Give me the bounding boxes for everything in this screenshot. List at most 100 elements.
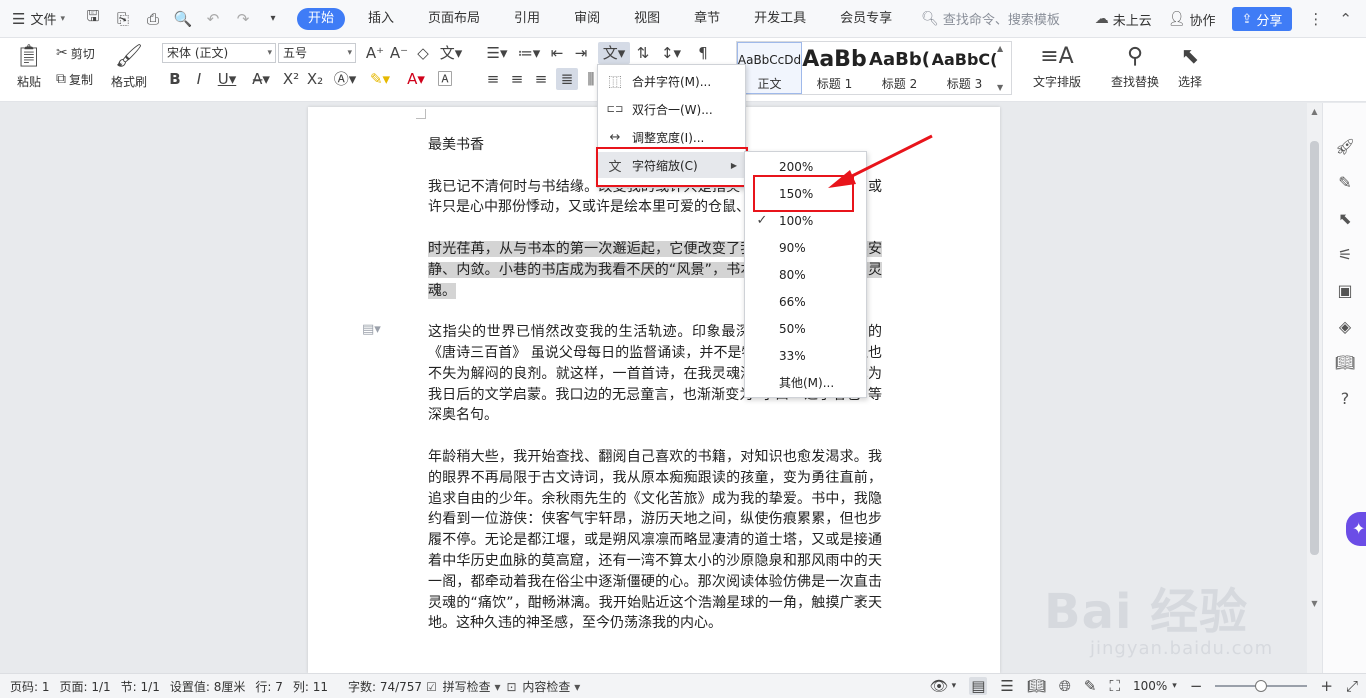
- rocket-icon[interactable]: 🚀︎: [1323, 137, 1366, 156]
- zoom-in-icon[interactable]: +: [1320, 677, 1333, 695]
- tab-member[interactable]: 会员专享: [829, 8, 903, 30]
- zoom-slider[interactable]: [1215, 680, 1308, 692]
- decrease-indent-icon[interactable]: ⇤: [546, 42, 568, 64]
- paragraph[interactable]: 年龄稍大些，我开始查找、翻阅自己喜欢的书籍，对知识也愈发渴求。我的眼界不再局限于…: [428, 447, 882, 634]
- reading-view-icon[interactable]: 📖︎: [1027, 677, 1046, 695]
- text-layout-button[interactable]: ≡A 文字排版: [1026, 40, 1088, 92]
- tab-references[interactable]: 引用: [503, 8, 551, 30]
- scroll-down-icon[interactable]: ▼: [1307, 599, 1322, 608]
- font-size-select[interactable]: 五号 ▾: [278, 43, 356, 63]
- italic-icon[interactable]: I: [188, 68, 210, 90]
- tab-page-layout[interactable]: 页面布局: [417, 8, 491, 30]
- chevron-down-icon[interactable]: ▾: [1172, 681, 1177, 691]
- cut-button[interactable]: ✂ 剪切: [56, 42, 95, 64]
- paragraph-layout-icon[interactable]: ▤▾: [362, 322, 381, 337]
- align-left-icon[interactable]: ≡: [482, 68, 504, 90]
- tab-view[interactable]: 视图: [623, 8, 671, 30]
- font-color-icon[interactable]: A▾: [400, 68, 432, 90]
- zoom-out-icon[interactable]: −: [1190, 677, 1203, 695]
- zoom-slider-knob[interactable]: [1255, 680, 1268, 692]
- font-name-select[interactable]: 宋体 (正文) ▾: [162, 43, 276, 63]
- format-painter-button[interactable]: 🖌︎ 格式刷: [108, 40, 150, 92]
- undo-icon[interactable]: ↶: [203, 9, 223, 29]
- select-button[interactable]: ⬉ 选择: [1170, 40, 1210, 92]
- file-menu[interactable]: ☰ 文件 ▾: [12, 9, 65, 29]
- align-center-icon[interactable]: ≡: [506, 68, 528, 90]
- status-page-number[interactable]: 页码: 1: [10, 678, 50, 695]
- scrollbar-thumb[interactable]: [1310, 141, 1319, 555]
- book-icon[interactable]: 📖︎: [1323, 353, 1366, 372]
- style-normal[interactable]: AaBbCcDd 正文: [737, 42, 802, 94]
- status-pages[interactable]: 页面: 1/1: [60, 678, 111, 695]
- collaborate-button[interactable]: 👤︎ 协作: [1168, 10, 1216, 29]
- clear-format-icon[interactable]: ◇: [412, 42, 434, 64]
- find-replace-button[interactable]: ⚲ 查找替换: [1104, 40, 1166, 92]
- status-col[interactable]: 列: 11: [293, 678, 328, 695]
- style-heading-1[interactable]: AaBb 标题 1: [802, 42, 867, 94]
- char-border-icon[interactable]: 🄰: [434, 68, 456, 90]
- style-heading-2[interactable]: AaBb( 标题 2: [867, 42, 932, 94]
- pen-icon[interactable]: ✎: [1323, 173, 1366, 192]
- tab-developer[interactable]: 开发工具: [743, 8, 817, 30]
- chinese-layout-icon[interactable]: 文▾: [598, 42, 630, 64]
- status-setting[interactable]: 设置值: 8厘米: [170, 678, 246, 695]
- scroll-up-icon[interactable]: ▲: [1307, 107, 1322, 116]
- fit-page-icon[interactable]: ⛶: [1109, 677, 1120, 695]
- menu-item-merge-chars[interactable]: ⿲ 合并字符(M)...: [598, 68, 745, 94]
- sliders-icon[interactable]: ⚟: [1323, 245, 1366, 264]
- print-icon[interactable]: ⎙: [143, 9, 163, 29]
- subscript-icon[interactable]: X₂: [304, 68, 326, 90]
- image-icon[interactable]: ▣: [1323, 281, 1366, 300]
- assistant-icon[interactable]: ✦: [1346, 512, 1366, 546]
- eye-icon[interactable]: 👁︎: [930, 677, 949, 695]
- spell-check-button[interactable]: ☑ 拼写检查 ▾: [426, 678, 502, 695]
- customize-toolbar-icon[interactable]: ▾: [263, 9, 283, 29]
- decrease-font-icon[interactable]: A⁻: [388, 42, 410, 64]
- paste-button[interactable]: 📋︎ 粘贴: [8, 40, 50, 92]
- line-spacing-icon[interactable]: ↕▾: [656, 42, 686, 64]
- chevron-down-icon[interactable]: ▾: [952, 681, 957, 691]
- text-effect-icon[interactable]: Ⓐ▾: [330, 68, 360, 90]
- web-view-icon[interactable]: 🌐︎: [1059, 677, 1071, 695]
- scale-option[interactable]: 66%: [745, 288, 866, 315]
- highlight-icon[interactable]: ✎▾: [364, 68, 396, 90]
- write-mode-icon[interactable]: ✎: [1084, 677, 1097, 695]
- more-icon[interactable]: ⋮: [1308, 10, 1323, 28]
- status-section[interactable]: 节: 1/1: [121, 678, 160, 695]
- command-search[interactable]: 🔍︎ 查找命令、搜索模板: [921, 9, 1060, 29]
- scale-option-other[interactable]: 其他(M)...: [745, 369, 866, 396]
- print-preview-icon[interactable]: 🔍: [173, 9, 193, 29]
- menu-item-two-lines[interactable]: ⊏⊐ 双行合一(W)...: [598, 96, 745, 122]
- help-icon[interactable]: ?: [1323, 389, 1366, 408]
- copy-button[interactable]: ⧉ 复制: [56, 68, 93, 90]
- expand-icon[interactable]: ⤢: [1346, 677, 1358, 695]
- justify-icon[interactable]: ≣: [556, 68, 578, 90]
- show-marks-icon[interactable]: ¶: [692, 42, 714, 64]
- underline-icon[interactable]: U▾: [212, 68, 242, 90]
- increase-indent-icon[interactable]: ⇥: [570, 42, 592, 64]
- redo-icon[interactable]: ↷: [233, 9, 253, 29]
- status-word-count[interactable]: 字数: 74/757: [348, 678, 422, 695]
- tab-review[interactable]: 审阅: [563, 8, 611, 30]
- pointer-icon[interactable]: ⬉: [1323, 209, 1366, 228]
- compass-icon[interactable]: ◈: [1323, 317, 1366, 336]
- export-pdf-icon[interactable]: ⎘: [113, 9, 133, 29]
- increase-font-icon[interactable]: A⁺: [364, 42, 386, 64]
- tab-home[interactable]: 开始: [297, 7, 346, 30]
- sort-icon[interactable]: ⇅: [632, 42, 654, 64]
- style-gallery-scroll[interactable]: ▲ ▼: [997, 42, 1007, 94]
- content-check-button[interactable]: ⊡ 内容检查 ▾: [507, 678, 583, 695]
- page-view-icon[interactable]: ▤: [969, 677, 988, 695]
- zoom-level[interactable]: 100%: [1133, 679, 1167, 693]
- collapse-ribbon-icon[interactable]: ⌃: [1339, 10, 1352, 28]
- scale-option[interactable]: 90%: [745, 234, 866, 261]
- style-heading-3[interactable]: AaBbC( 标题 3: [932, 42, 997, 94]
- numbered-list-icon[interactable]: ≔▾: [514, 42, 544, 64]
- save-icon[interactable]: 🖫: [83, 7, 103, 29]
- superscript-icon[interactable]: X²: [280, 68, 302, 90]
- share-button[interactable]: ⇪ 分享: [1231, 7, 1293, 31]
- scale-option[interactable]: 50%: [745, 315, 866, 342]
- scale-option[interactable]: 33%: [745, 342, 866, 369]
- tab-chapter[interactable]: 章节: [683, 8, 731, 30]
- status-row[interactable]: 行: 7: [255, 678, 283, 695]
